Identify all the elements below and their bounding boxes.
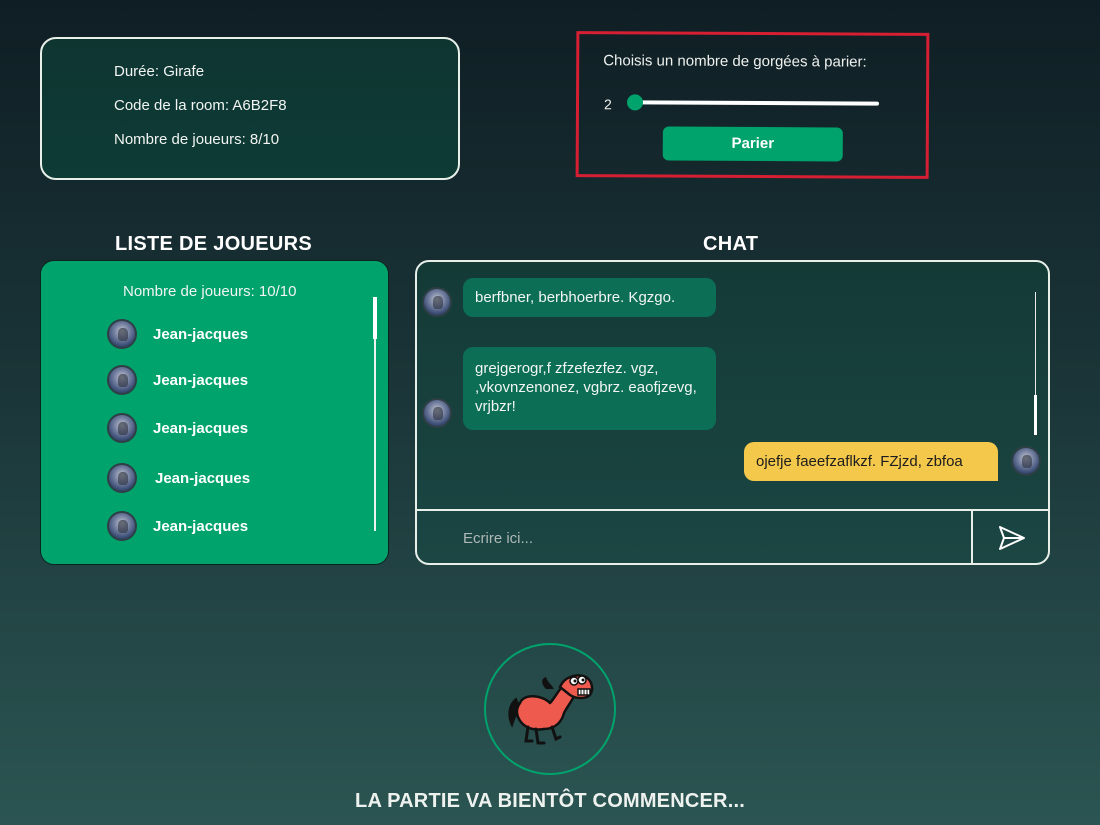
- player-item[interactable]: Jean-jacques: [107, 510, 248, 542]
- avatar: [107, 511, 137, 541]
- chat-avatar-other: [422, 287, 452, 317]
- player-item[interactable]: Jean-jacques: [107, 412, 248, 444]
- player-item[interactable]: Jean-jacques: [107, 364, 248, 396]
- avatar: [107, 413, 137, 443]
- send-button[interactable]: [973, 511, 1048, 563]
- bet-button[interactable]: Parier: [662, 126, 843, 162]
- room-players-count: Nombre de joueurs: 8/10: [114, 131, 280, 148]
- players-list: Nombre de joueurs: 10/10 Jean-jacques Je…: [40, 260, 389, 565]
- bet-title: Choisis un nombre de gorgées à parier:: [603, 52, 867, 71]
- avatar: [422, 398, 452, 428]
- send-icon: [998, 526, 1025, 550]
- players-scrollbar-thumb[interactable]: [373, 297, 377, 339]
- chat-input[interactable]: [419, 511, 971, 563]
- chat-avatar-other: [422, 398, 452, 428]
- room-info-card: Durée: Girafe Code de la room: A6B2F8 No…: [40, 37, 460, 180]
- chat-message-mine: ojefje faeefzaflkzf. FZjzd, zbfoa: [744, 442, 998, 481]
- chat-message-other: berfbner, berbhoerbre. Kgzgo.: [463, 278, 716, 317]
- avatar: [1011, 446, 1041, 476]
- avatar: [107, 365, 137, 395]
- player-name: Jean-jacques: [153, 325, 249, 343]
- bet-slider-value: 2: [603, 96, 612, 113]
- room-code: Code de la room: A6B2F8: [114, 97, 287, 114]
- chat-message-other: grejgerogr,f zfzefezfez. vgz, ,vkovnzeno…: [463, 347, 716, 430]
- player-item[interactable]: Jean-jacques: [107, 462, 250, 494]
- bet-slider[interactable]: [626, 94, 880, 111]
- chat-panel: berfbner, berbhoerbre. Kgzgo. grejgerogr…: [415, 260, 1050, 565]
- avatar: [107, 463, 137, 493]
- player-name: Jean-jacques: [155, 469, 251, 487]
- player-name: Jean-jacques: [153, 371, 249, 389]
- chat-scrollbar-thumb[interactable]: [1034, 395, 1037, 435]
- chat-heading: CHAT: [703, 233, 759, 255]
- bet-slider-thumb[interactable]: [626, 94, 644, 111]
- game-status: LA PARTIE VA BIENTÔT COMMENCER...: [355, 790, 745, 812]
- horse-mascot-icon: [508, 674, 594, 745]
- bet-panel: Choisis un nombre de gorgées à parier: 2…: [575, 31, 930, 179]
- chat-avatar-mine: [1011, 446, 1041, 476]
- avatar: [422, 287, 452, 317]
- avatar: [107, 319, 137, 349]
- player-name: Jean-jacques: [153, 419, 249, 437]
- player-item[interactable]: Jean-jacques: [107, 318, 248, 350]
- mascot-container: [484, 643, 616, 775]
- players-count: Nombre de joueurs: 10/10: [123, 283, 297, 300]
- player-name: Jean-jacques: [153, 517, 249, 535]
- players-heading: LISTE DE JOUEURS: [115, 233, 313, 255]
- room-duration: Durée: Girafe: [114, 63, 205, 80]
